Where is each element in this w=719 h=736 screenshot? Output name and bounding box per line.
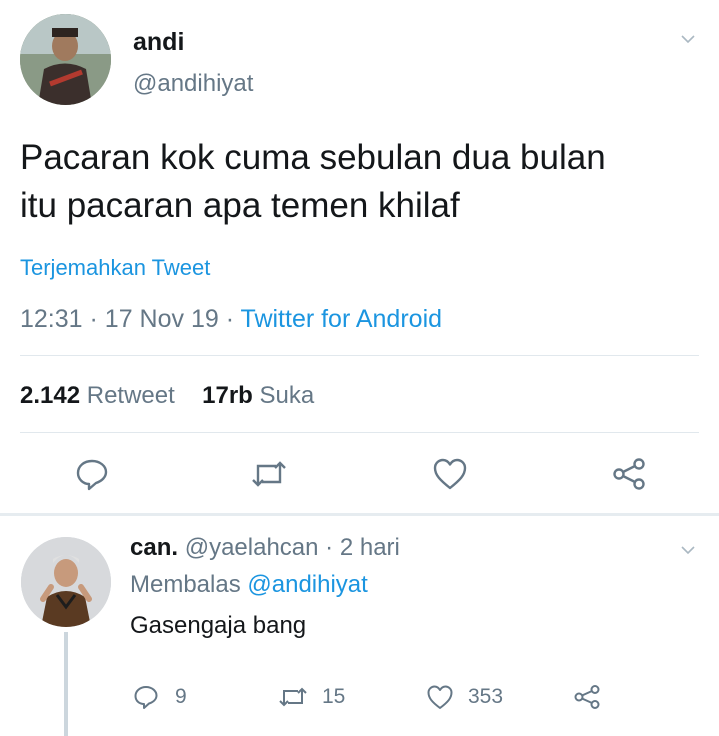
author-avatar[interactable] (20, 14, 111, 105)
translate-tweet-link[interactable]: Terjemahkan Tweet (20, 255, 210, 281)
reply-icon[interactable] (75, 457, 109, 491)
thread-line (64, 632, 68, 736)
reply-action-reply[interactable]: 9 (133, 684, 187, 710)
reply-retweet-count: 15 (322, 685, 346, 708)
reply-reply-count: 9 (175, 685, 187, 708)
divider (20, 355, 699, 356)
tweet-time: 12:31 (20, 305, 83, 333)
share-icon[interactable] (572, 684, 602, 710)
like-label: Suka (259, 382, 315, 409)
reply-author-name[interactable]: can. (130, 534, 178, 561)
reply-author-handle[interactable]: @yaelahcan (185, 534, 319, 561)
author-name[interactable]: andi (133, 28, 184, 57)
heart-icon[interactable] (426, 684, 454, 710)
reply-icon[interactable] (133, 684, 159, 710)
reply-separator: · (325, 534, 334, 561)
tweet-source-link[interactable]: Twitter for Android (241, 305, 442, 333)
divider (20, 432, 699, 433)
tweet-meta: 12:31 · 17 Nov 19 · Twitter for Android (20, 305, 442, 334)
share-icon[interactable] (610, 457, 648, 491)
reply-like-count: 353 (468, 685, 504, 708)
like-count: 17rb (202, 382, 253, 409)
section-separator (0, 513, 719, 516)
reply-header: can. @yaelahcan · 2 hari (130, 534, 400, 562)
tweet-text: Pacaran kok cuma sebulan dua bulan itu p… (20, 134, 606, 230)
retweet-label: Retweet (86, 382, 175, 409)
reply-action-retweet[interactable]: 15 (278, 684, 345, 710)
like-stat[interactable]: 17rb Suka (202, 382, 314, 409)
reply-text: Gasengaja bang (130, 612, 307, 639)
replying-to-handle[interactable]: @andihiyat (247, 571, 367, 598)
meta-separator: · (89, 305, 98, 333)
replying-to: Membalas @andihiyat (130, 571, 368, 599)
reply-time[interactable]: 2 hari (340, 534, 400, 561)
meta-separator: · (225, 305, 235, 333)
author-handle[interactable]: @andihiyat (133, 70, 253, 98)
tweet-text-line-1: Pacaran kok cuma sebulan dua bulan (20, 138, 606, 177)
retweet-count: 2.142 (20, 382, 81, 409)
retweet-stat[interactable]: 2.142 Retweet (20, 382, 181, 409)
tweet-text-line-2: itu pacaran apa temen khilaf (20, 186, 460, 225)
reply-action-like[interactable]: 353 (426, 684, 503, 710)
chevron-down-icon[interactable] (681, 543, 695, 557)
heart-icon[interactable] (432, 457, 468, 491)
replying-prefix: Membalas (130, 571, 241, 598)
reply-author-avatar[interactable] (21, 537, 111, 627)
retweet-icon[interactable] (278, 684, 308, 710)
retweet-icon[interactable] (250, 457, 288, 491)
tweet-stats: 2.142 Retweet 17rb Suka (20, 382, 314, 410)
tweet-date: 17 Nov 19 (104, 305, 219, 333)
chevron-down-icon[interactable] (681, 32, 695, 46)
